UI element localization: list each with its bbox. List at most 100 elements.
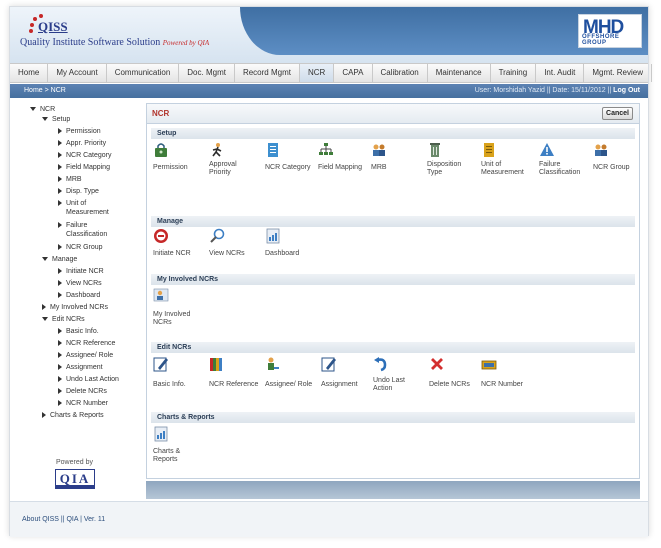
tree-item-view-ncrs[interactable]: View NCRs xyxy=(58,279,102,288)
bullet-right-icon xyxy=(58,352,62,359)
nav-calibration[interactable]: Calibration xyxy=(373,64,428,82)
tree-label: Unit of Measurement xyxy=(66,200,109,216)
client-logo: MHD OFFSHORE GROUP xyxy=(578,14,642,48)
tile-label: Permission xyxy=(153,164,188,171)
tree-item-undo-last-action[interactable]: Undo Last Action xyxy=(58,375,119,384)
assignment-pencil-icon xyxy=(321,357,336,372)
tree-item-assignee-role[interactable]: Assignee/ Role xyxy=(58,351,113,360)
tile-label: Unit of Measurement xyxy=(481,161,531,177)
tree-item-failure-classification[interactable]: Failure Classification xyxy=(58,221,128,239)
bullet-right-icon xyxy=(58,176,62,183)
nav-int-audit[interactable]: Int. Audit xyxy=(536,64,585,82)
user-info: User: Morshidah Yazid || Date: 15/11/201… xyxy=(475,84,640,98)
bullet-right-icon xyxy=(58,340,62,347)
breadcrumb-bar: Home > NCR User: Morshidah Yazid || Date… xyxy=(10,84,648,98)
tree-item-ncr-group[interactable]: NCR Group xyxy=(58,243,103,252)
main-nav: Home My Account Communication Doc. Mgmt … xyxy=(10,63,653,83)
nav-doc-mgmt[interactable]: Doc. Mgmt xyxy=(179,64,235,82)
initiate-ncr-icon xyxy=(154,229,168,243)
tree-item-ncr-reference[interactable]: NCR Reference xyxy=(58,339,115,348)
tree-item-ncr-category[interactable]: NCR Category xyxy=(58,151,112,160)
tree-item-basic-info[interactable]: Basic Info. xyxy=(58,327,99,336)
tree-label: MRB xyxy=(66,176,82,183)
magnifier-icon xyxy=(210,228,225,243)
tile-label: Basic Info. xyxy=(153,381,186,388)
tree-item-edit-ncrs[interactable]: Edit NCRs xyxy=(42,315,85,324)
tree-item-disp-type[interactable]: Disp. Type xyxy=(58,187,99,196)
bullet-right-icon xyxy=(58,140,62,147)
expand-down-icon xyxy=(42,117,48,122)
tree-item-manage[interactable]: Manage xyxy=(42,255,77,264)
tree-label: NCR Group xyxy=(66,244,103,251)
tree-label: View NCRs xyxy=(66,280,102,287)
tree-item-delete-ncrs[interactable]: Delete NCRs xyxy=(58,387,107,396)
nav-mgmt-review[interactable]: Mgmt. Review xyxy=(584,64,653,82)
tree-label: Field Mapping xyxy=(66,164,110,171)
nav-capa[interactable]: CAPA xyxy=(334,64,373,82)
tree-label: NCR Reference xyxy=(66,340,116,347)
tree-item-mrb[interactable]: MRB xyxy=(58,175,82,184)
expand-down-icon xyxy=(42,317,48,322)
tree-item-my-involved-ncrs[interactable]: My Involved NCRs xyxy=(42,303,108,312)
expand-down-icon xyxy=(30,107,36,112)
nav-ncr[interactable]: NCR xyxy=(299,64,335,82)
tree-label: Undo Last Action xyxy=(66,376,119,383)
tree-item-assignment[interactable]: Assignment xyxy=(58,363,103,372)
tree-label: Basic Info. xyxy=(66,328,99,335)
tree-item-initiate-ncr[interactable]: Initiate NCR xyxy=(58,267,104,276)
tree-item-setup[interactable]: Setup xyxy=(42,115,70,124)
tree-item-ncr[interactable]: NCR xyxy=(30,105,55,114)
cancel-button[interactable]: Cancel xyxy=(602,107,633,120)
tree-label: My Involved NCRs xyxy=(50,304,108,311)
bullet-right-icon xyxy=(58,188,62,195)
tree-item-ncr-number[interactable]: NCR Number xyxy=(58,399,108,408)
tree-label: NCR xyxy=(40,106,56,113)
tile-label: Field Mapping xyxy=(318,164,362,171)
bullet-right-icon xyxy=(58,164,62,171)
bullet-right-icon xyxy=(58,292,62,299)
tree-label: Assignment xyxy=(66,364,103,371)
nav-my-account[interactable]: My Account xyxy=(48,64,107,82)
logout-link[interactable]: Log Out xyxy=(613,87,640,94)
sidebar-tree: NCR Setup Permission Appr. Priority NCR … xyxy=(20,105,144,483)
bullet-right-icon xyxy=(58,152,62,159)
ncr-panel: NCR Cancel Setup Permission Approval Pri… xyxy=(146,103,640,479)
tree-item-unit-of-measurement[interactable]: Unit of Measurement xyxy=(58,199,128,217)
footer-links[interactable]: About QISS || QIA | Ver. 11 xyxy=(22,516,105,523)
section-my-involved-ncrs: My Involved NCRs xyxy=(151,274,635,285)
ncr-group-icon xyxy=(595,144,607,156)
nav-record-mgmt[interactable]: Record Mgmt xyxy=(235,64,300,82)
tree-item-charts-reports[interactable]: Charts & Reports xyxy=(42,411,104,420)
tree-item-appr-priority[interactable]: Appr. Priority xyxy=(58,139,106,148)
tree-item-permission[interactable]: Permission xyxy=(58,127,101,136)
bullet-right-icon xyxy=(58,376,62,383)
nav-maintenance[interactable]: Maintenance xyxy=(428,64,491,82)
field-mapping-icon xyxy=(319,143,333,155)
collapsed-right-icon xyxy=(42,412,46,419)
tile-label: MRB xyxy=(371,164,387,171)
mrb-group-icon xyxy=(373,144,385,156)
permission-icon xyxy=(155,143,167,157)
page-footer: About QISS || QIA | Ver. 11 xyxy=(10,501,648,537)
powered-by-qia-text: Powered by QIA xyxy=(162,39,210,47)
tree-item-field-mapping[interactable]: Field Mapping xyxy=(58,163,110,172)
user-date-text: User: Morshidah Yazid || Date: 15/11/201… xyxy=(474,87,612,94)
reference-books-icon xyxy=(210,358,222,371)
involved-user-icon xyxy=(153,288,169,302)
tile-label: My Involved NCRs xyxy=(153,311,197,327)
tile-label: NCR Number xyxy=(481,381,524,388)
assignee-user-icon xyxy=(268,357,279,370)
tile-label: Failure Classification xyxy=(539,161,589,177)
tile-label: View NCRs xyxy=(209,250,245,257)
tile-label: Assignment xyxy=(321,381,358,388)
tile-label: Approval Priority xyxy=(209,161,243,177)
tree-label: Disp. Type xyxy=(66,188,99,195)
tile-label: NCR Category xyxy=(265,164,311,171)
nav-training[interactable]: Training xyxy=(491,64,537,82)
page-title: NCR xyxy=(152,109,170,118)
nav-communication[interactable]: Communication xyxy=(107,64,180,82)
tile-label: Disposition Type xyxy=(427,161,469,177)
tile-label: Initiate NCR xyxy=(153,250,191,257)
tree-item-dashboard[interactable]: Dashboard xyxy=(58,291,100,300)
nav-home[interactable]: Home xyxy=(10,64,49,82)
